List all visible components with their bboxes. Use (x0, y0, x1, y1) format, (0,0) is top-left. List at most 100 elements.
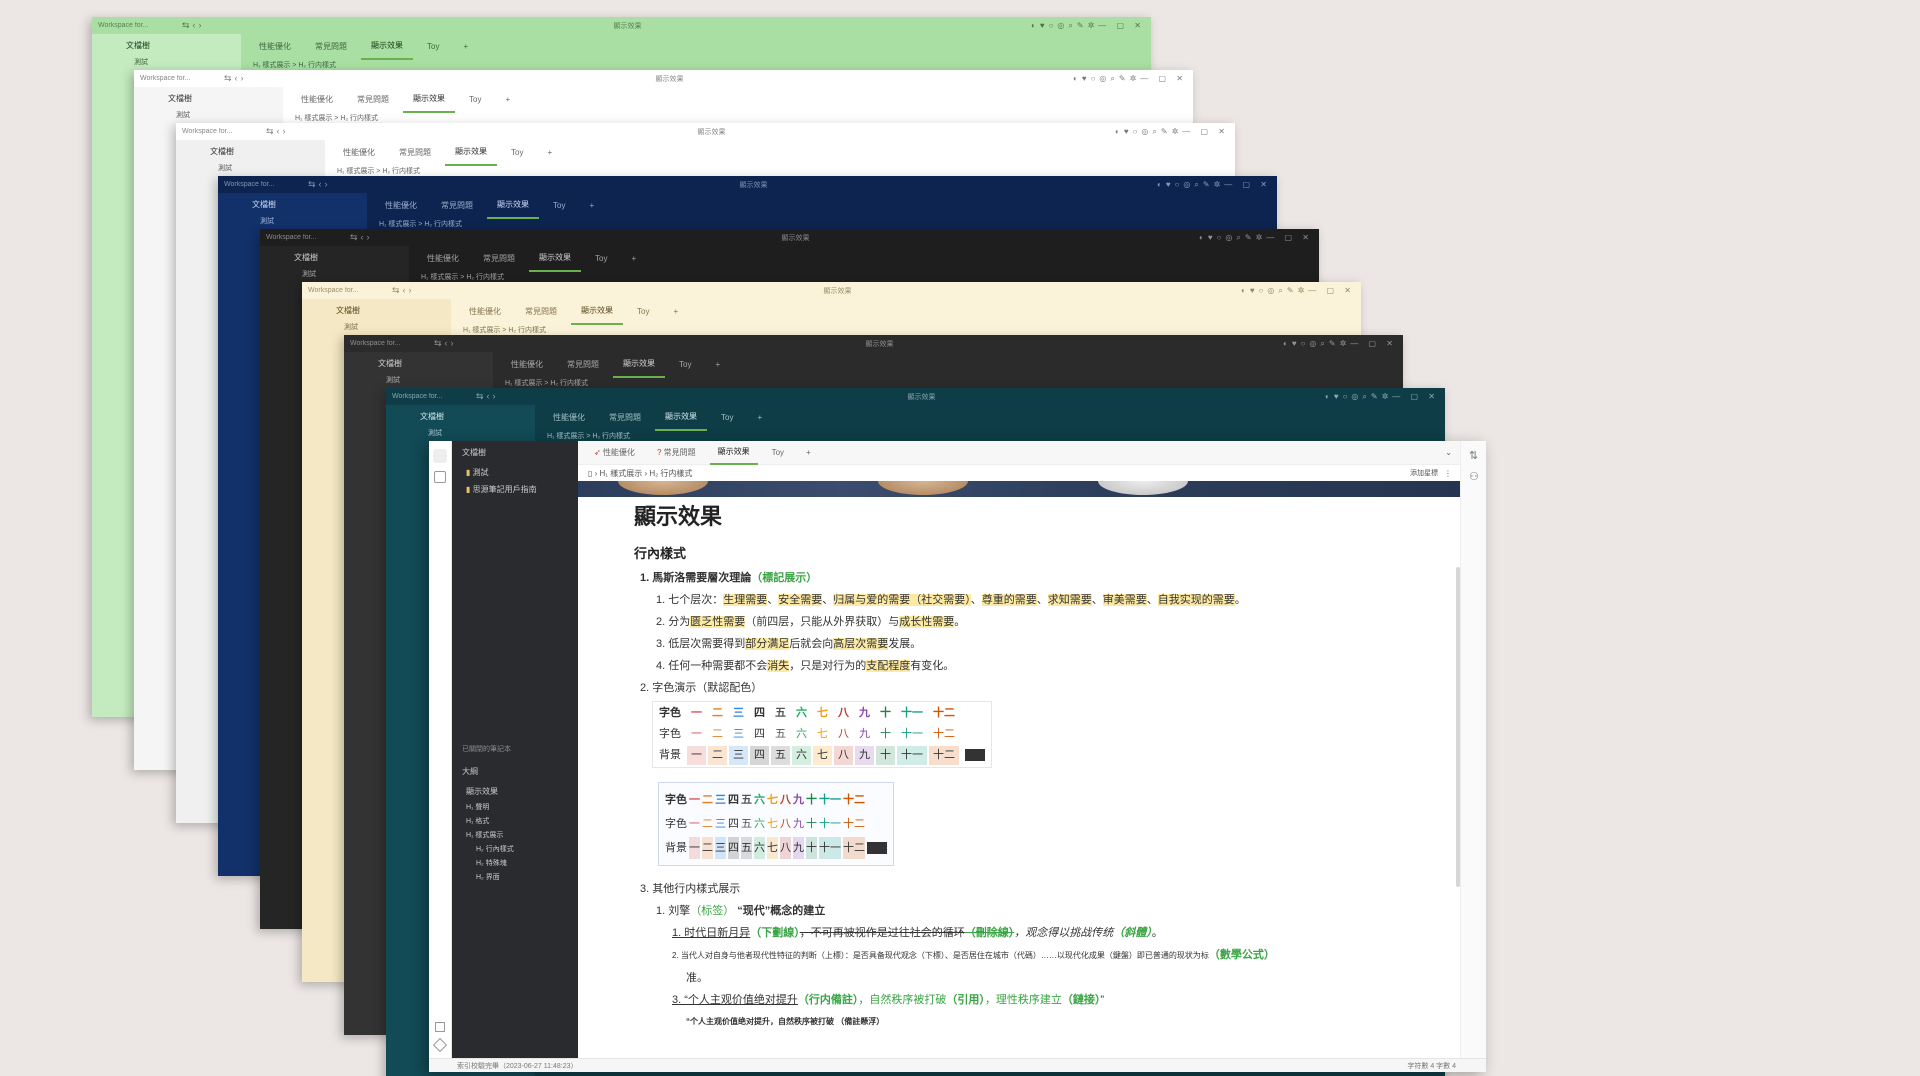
tab-toy[interactable]: Toy (764, 442, 792, 464)
nav-arrows-icon[interactable]: ⇆‹› (224, 73, 266, 84)
add-tab-icon[interactable]: + (621, 247, 646, 271)
notebook-item[interactable]: 測試 (202, 163, 325, 173)
toolbar-icons[interactable]: ◐♥○◎⌕✎✲— ▢ ✕ (1031, 21, 1145, 31)
tab[interactable]: Toy (501, 141, 533, 165)
notebook-item[interactable]: 測試 (286, 269, 409, 279)
window-title: 顯示效果 (823, 287, 852, 295)
file-tree-icon[interactable] (433, 449, 447, 463)
tab[interactable]: 顯示效果 (655, 405, 707, 431)
swap-icon[interactable]: ⇅ (1469, 449, 1478, 462)
notebook-item[interactable]: 測試 (328, 322, 451, 332)
outline-item[interactable]: H₂ 特殊塊 (452, 856, 578, 870)
chevron-down-icon[interactable]: ⌄ (1445, 448, 1452, 457)
breadcrumb-item[interactable]: H₁ 樣式展示 (600, 468, 643, 479)
workspace-name[interactable]: Workspace for... (350, 340, 434, 347)
tab[interactable]: 性能優化 (291, 88, 343, 112)
tab[interactable]: 常見問題 (431, 194, 483, 218)
tab[interactable]: Toy (627, 300, 659, 324)
add-tab-icon[interactable]: + (495, 88, 520, 112)
add-tab-icon[interactable]: + (663, 300, 688, 324)
notebook-item[interactable]: 測試 (160, 110, 283, 120)
outline-item[interactable]: H₂ 行內樣式 (452, 842, 578, 856)
workspace-name[interactable]: Workspace for... (182, 128, 266, 135)
tab[interactable]: 性能優化 (501, 353, 553, 377)
nav-arrows-icon[interactable]: ⇆‹› (350, 232, 392, 243)
add-star-button[interactable]: 添加星標 (1410, 468, 1438, 478)
tab[interactable]: 性能優化 (459, 300, 511, 324)
workspace-name[interactable]: Workspace for... (266, 234, 350, 241)
tab[interactable]: 顯示效果 (571, 299, 623, 325)
tab[interactable]: 性能優化 (249, 35, 301, 59)
workspace-name[interactable]: Workspace for... (140, 75, 224, 82)
tab-display[interactable]: 顯示效果 (709, 441, 758, 465)
tab-faq[interactable]: ? 常見問題 (649, 442, 704, 464)
tab-performance[interactable]: ➶ 性能優化 (586, 442, 643, 464)
tab[interactable]: Toy (417, 35, 449, 59)
tab[interactable]: 性能優化 (543, 406, 595, 430)
closed-notebooks[interactable]: 已關閉的筆記本 (452, 738, 578, 760)
nav-arrows-icon[interactable]: ⇆‹› (308, 179, 350, 190)
outline-item[interactable]: H₁ 聲明 (452, 800, 578, 814)
nav-arrows-icon[interactable]: ⇆‹› (392, 285, 434, 296)
tab[interactable]: 常見問題 (473, 247, 525, 271)
add-tab-icon[interactable]: + (705, 353, 730, 377)
nav-arrows-icon[interactable]: ⇆‹› (266, 126, 308, 137)
workspace-name[interactable]: Workspace for... (224, 181, 308, 188)
add-tab-icon[interactable]: + (579, 194, 604, 218)
toolbar-icons[interactable]: ◐♥○◎⌕✎✲— ▢ ✕ (1157, 180, 1271, 190)
toolbar-icons[interactable]: ◐♥○◎⌕✎✲— ▢ ✕ (1325, 392, 1439, 402)
outline-item[interactable]: H₁ 樣式展示 (452, 828, 578, 842)
tag-icon[interactable] (432, 1037, 448, 1053)
notebook-item[interactable]: 測試 (244, 216, 367, 226)
graph-icon[interactable]: ⚇ (1469, 470, 1479, 483)
tab[interactable]: Toy (459, 88, 491, 112)
nav-arrows-icon[interactable]: ⇆‹› (182, 20, 224, 31)
outline-item[interactable]: H₂ 界面 (452, 870, 578, 884)
toolbar-icons[interactable]: ◐♥○◎⌕✎✲— ▢ ✕ (1241, 286, 1355, 296)
tab[interactable]: Toy (669, 353, 701, 377)
color-cell: 十二 (929, 746, 959, 765)
outline-doc[interactable]: 顯示效果 (452, 783, 578, 800)
notebook-item[interactable]: 測試 (412, 428, 535, 438)
toolbar-icons[interactable]: ◐♥○◎⌕✎✲— ▢ ✕ (1199, 233, 1313, 243)
add-tab-icon[interactable]: + (747, 406, 772, 430)
breadcrumb-item[interactable]: H₂ 行内樣式 (649, 468, 692, 479)
tab[interactable]: 常見問題 (515, 300, 567, 324)
tab[interactable]: 性能優化 (375, 194, 427, 218)
add-tab-icon[interactable]: + (537, 141, 562, 165)
tab[interactable]: Toy (711, 406, 743, 430)
tab[interactable]: 常見問題 (305, 35, 357, 59)
tab[interactable]: 顯示效果 (487, 193, 539, 219)
outline-item[interactable]: H₁ 格式 (452, 814, 578, 828)
tab[interactable]: 性能優化 (333, 141, 385, 165)
workspace-name[interactable]: Workspace for... (308, 287, 392, 294)
bookmark-icon[interactable] (435, 1022, 445, 1032)
tab[interactable]: 性能優化 (417, 247, 469, 271)
workspace-name[interactable]: Workspace for... (98, 22, 182, 29)
tab[interactable]: 常見問題 (389, 141, 441, 165)
tab[interactable]: 常見問題 (347, 88, 399, 112)
workspace-name[interactable]: Workspace for... (392, 393, 476, 400)
tab[interactable]: Toy (585, 247, 617, 271)
toolbar-icons[interactable]: ◐♥○◎⌕✎✲— ▢ ✕ (1073, 74, 1187, 84)
tab[interactable]: 顯示效果 (445, 140, 497, 166)
tab[interactable]: 常見問題 (599, 406, 651, 430)
notebook-item[interactable]: ▮ 思源筆記用戶指南 (452, 481, 578, 498)
tab[interactable]: 顯示效果 (403, 87, 455, 113)
notebook-item[interactable]: 測試 (370, 375, 493, 385)
tab[interactable]: 顯示效果 (361, 34, 413, 60)
tab[interactable]: Toy (543, 194, 575, 218)
nav-arrows-icon[interactable]: ⇆‹› (434, 338, 476, 349)
tab[interactable]: 常見問題 (557, 353, 609, 377)
toolbar-icons[interactable]: ◐♥○◎⌕✎✲— ▢ ✕ (1115, 127, 1229, 137)
outline-icon[interactable] (434, 471, 446, 483)
toolbar-icons[interactable]: ◐♥○◎⌕✎✲— ▢ ✕ (1283, 339, 1397, 349)
tab[interactable]: 顯示效果 (613, 352, 665, 378)
notebook-item[interactable]: ▮ 測試 (452, 464, 578, 481)
nav-arrows-icon[interactable]: ⇆‹› (476, 391, 518, 402)
more-icon[interactable]: ⋮ (1444, 469, 1452, 478)
add-tab-button[interactable]: + (798, 442, 819, 464)
add-tab-icon[interactable]: + (453, 35, 478, 59)
tab[interactable]: 顯示效果 (529, 246, 581, 272)
notebook-item[interactable]: 測試 (118, 57, 241, 67)
